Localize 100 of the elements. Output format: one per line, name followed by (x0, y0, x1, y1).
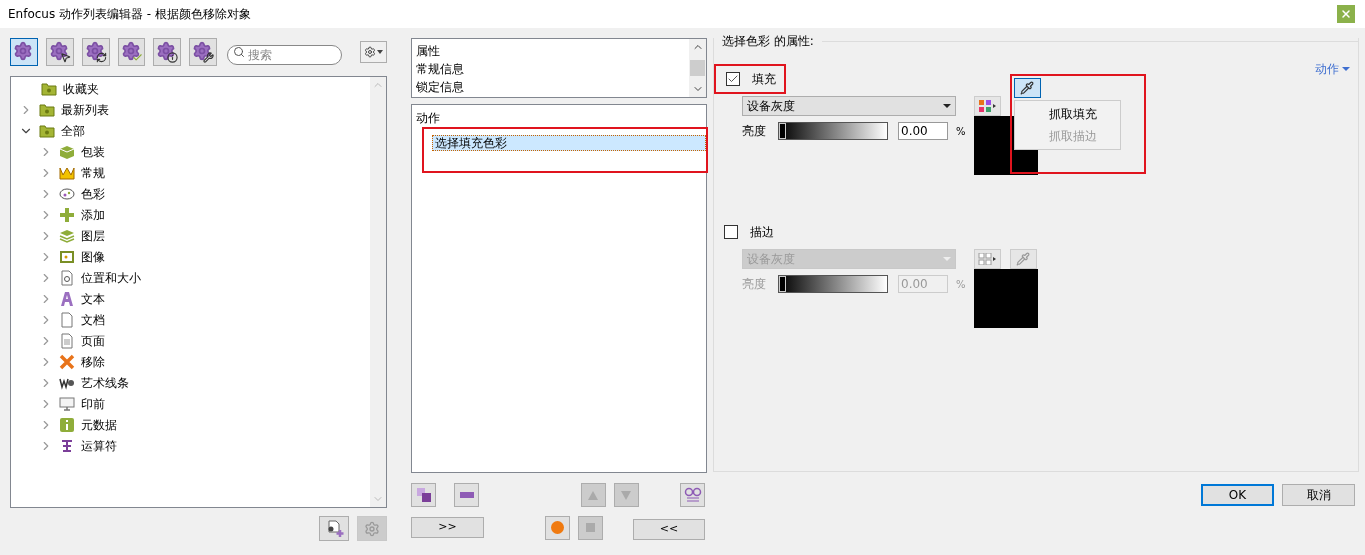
tree-item[interactable]: 最新列表 (61, 100, 109, 119)
page-icon (59, 332, 75, 349)
forward-button[interactable]: >> (411, 517, 484, 538)
color-space-dropdown[interactable]: 设备灰度 (742, 96, 956, 116)
gear-check-icon (120, 41, 143, 63)
caret-icon (1342, 65, 1350, 73)
unit-label: % (956, 277, 966, 292)
preview-button[interactable] (680, 483, 705, 507)
list-item[interactable]: 锁定信息 (416, 79, 689, 95)
swatches-icon (978, 100, 996, 112)
tree-item[interactable]: 印前 (81, 394, 105, 413)
move-up-button[interactable] (580, 483, 606, 507)
caret-icon (943, 255, 951, 263)
toolbar-button[interactable] (45, 38, 74, 66)
eyedropper-icon (1020, 81, 1034, 95)
add-gear-button[interactable] (357, 516, 387, 541)
tree-item[interactable]: 文本 (81, 289, 105, 308)
ball-icon (550, 521, 564, 534)
folder-icon (39, 101, 55, 118)
search-icon (233, 46, 246, 58)
stop-icon (585, 523, 595, 532)
triangle-up-icon (588, 490, 598, 500)
actions-menu-link[interactable]: 动作 (1315, 60, 1350, 78)
box-icon (59, 143, 75, 160)
tree-item[interactable]: 文档 (81, 310, 105, 329)
ok-button[interactable]: OK (1201, 484, 1274, 506)
close-icon (1340, 8, 1352, 20)
toolbar-button[interactable] (81, 38, 110, 66)
gear-info-icon (156, 41, 179, 63)
tree-item[interactable]: 全部 (61, 121, 85, 140)
cross-icon (59, 353, 75, 370)
tree-item[interactable]: 元数据 (81, 415, 117, 434)
gear-refresh-icon (84, 41, 107, 63)
tree-item[interactable]: 图层 (81, 226, 105, 245)
cancel-button[interactable]: 取消 (1282, 484, 1355, 506)
slider-label: 亮度 (742, 276, 767, 293)
image-frame-icon (59, 248, 75, 265)
scrollbar[interactable] (689, 39, 706, 97)
list-item[interactable]: 属性 (416, 43, 689, 59)
remove-button[interactable] (454, 483, 479, 507)
folder-icon (41, 80, 57, 97)
folder-icon (39, 122, 55, 139)
duplicate-button[interactable] (411, 483, 436, 507)
duplicate-icon (416, 488, 431, 502)
color-preview (973, 269, 1038, 328)
tree-item[interactable]: 页面 (81, 331, 105, 350)
tree-item[interactable]: 色彩 (81, 184, 105, 203)
value-field: 0.00 (898, 275, 948, 293)
window-title: Enfocus 动作列表编辑器 - 根据颜色移除对象 (8, 6, 251, 23)
action-item[interactable]: 选择填充色彩 (432, 135, 706, 151)
close-button[interactable] (1337, 5, 1355, 23)
tree-item[interactable]: 艺术线条 (81, 373, 129, 392)
tree-item[interactable]: 运算符 (81, 436, 117, 455)
document-target-icon (59, 269, 75, 286)
document-icon (59, 311, 75, 328)
gear-cursor-icon (48, 41, 71, 63)
tree-item[interactable]: 位置和大小 (81, 268, 141, 287)
tree-item[interactable]: 收藏夹 (63, 79, 99, 98)
toolbar-button[interactable] (153, 38, 182, 66)
info-icon (59, 416, 75, 433)
options-button[interactable] (360, 41, 387, 63)
list-item[interactable]: 常规信息 (416, 61, 689, 77)
gear-plus-icon (364, 520, 380, 537)
palette-icon (59, 185, 75, 202)
back-button[interactable]: << (633, 519, 705, 540)
record-button[interactable] (544, 515, 570, 540)
toolbar-button[interactable] (10, 38, 38, 66)
brightness-slider[interactable] (778, 122, 888, 140)
new-action-button[interactable] (319, 516, 349, 541)
tree-item[interactable]: 移除 (81, 352, 105, 371)
tree-item[interactable]: 包装 (81, 142, 105, 161)
layers-icon (59, 227, 75, 244)
tree-item[interactable]: 常规 (81, 163, 105, 182)
checkbox[interactable] (726, 72, 740, 86)
checkbox-label: 描边 (750, 224, 774, 241)
caret-icon (943, 102, 951, 110)
search-field[interactable]: 搜索 (227, 45, 343, 65)
checkbox[interactable] (724, 225, 738, 239)
triangle-down-icon (621, 490, 631, 500)
eyedropper-icon (1016, 252, 1030, 266)
toolbar-button[interactable] (189, 38, 218, 66)
group-title: 选择色彩 的属性: (721, 33, 815, 50)
plus-icon (59, 206, 75, 223)
tree-item[interactable]: 图像 (81, 247, 105, 266)
eyedropper-button[interactable] (1013, 78, 1041, 98)
funnel-icon (59, 437, 75, 454)
unit-label: % (956, 124, 966, 139)
slider-label: 亮度 (742, 123, 767, 140)
caret-icon (377, 49, 384, 55)
menu-item[interactable]: 抓取填充 (1014, 103, 1120, 125)
move-down-button[interactable] (613, 483, 639, 507)
tree-item[interactable]: 添加 (81, 205, 105, 224)
gear-wrench-icon (192, 41, 215, 63)
swatches-button[interactable] (973, 96, 1001, 116)
value-field[interactable]: 0.00 (898, 122, 948, 140)
stop-button[interactable] (577, 515, 603, 540)
toolbar-button[interactable] (117, 38, 146, 66)
glasses-icon (683, 486, 702, 504)
list-header: 动作 (416, 110, 441, 127)
letter-a-icon (59, 290, 75, 307)
